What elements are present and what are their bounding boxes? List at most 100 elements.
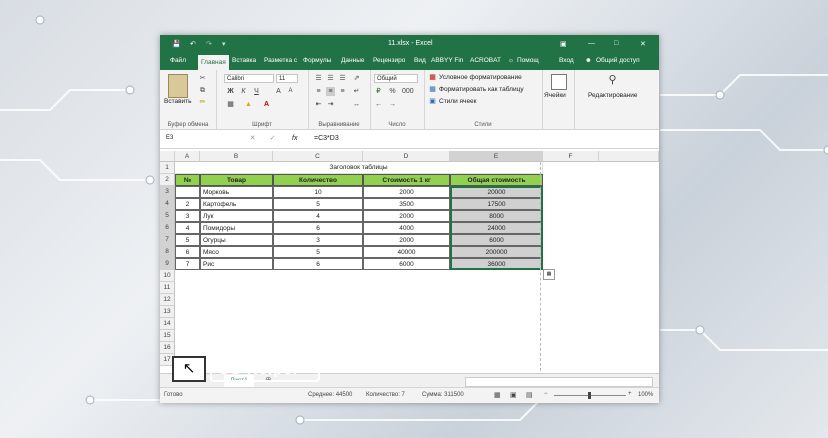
- table-cell[interactable]: 4000: [363, 222, 450, 234]
- table-cell[interactable]: 5: [273, 246, 363, 258]
- table-cell[interactable]: 6: [273, 258, 363, 270]
- find-icon[interactable]: ⚲: [608, 75, 617, 86]
- save-icon[interactable]: 💾: [172, 40, 181, 48]
- format-as-table-button[interactable]: Форматировать как таблицу: [439, 86, 524, 93]
- tab-file[interactable]: Файл: [170, 57, 186, 64]
- table-cell[interactable]: 4: [273, 210, 363, 222]
- header-cell[interactable]: Общая стоимость: [450, 174, 543, 186]
- cells-button[interactable]: Ячейки: [544, 92, 566, 99]
- cell-styles-icon[interactable]: ▣: [428, 97, 437, 106]
- fill-color-icon[interactable]: ▲: [244, 100, 253, 109]
- number-format-select[interactable]: Общий: [374, 74, 418, 83]
- tab-data[interactable]: Данные: [341, 57, 364, 64]
- row-header[interactable]: 8: [160, 246, 175, 258]
- row-header[interactable]: 10: [160, 270, 175, 282]
- table-cell[interactable]: 6: [175, 246, 200, 258]
- insert-function-button[interactable]: fx: [292, 135, 297, 142]
- cut-icon[interactable]: ✂: [198, 74, 207, 83]
- align-center-icon[interactable]: ≡: [326, 87, 335, 96]
- tab-home[interactable]: Главная: [198, 55, 229, 70]
- page-break-view-icon[interactable]: ▤: [526, 391, 533, 399]
- enter-icon[interactable]: ✓: [268, 134, 277, 143]
- table-cell[interactable]: 24000: [450, 222, 543, 234]
- editing-button[interactable]: Редактирование: [588, 92, 638, 99]
- share-button[interactable]: Общий доступ: [596, 57, 640, 64]
- close-icon[interactable]: ✕: [640, 40, 646, 48]
- name-box[interactable]: E3: [164, 134, 224, 143]
- redo-icon[interactable]: ↷: [206, 40, 212, 48]
- table-cell[interactable]: 36000: [450, 258, 543, 270]
- table-cell[interactable]: 8000: [450, 210, 543, 222]
- row-header[interactable]: 1: [160, 162, 175, 174]
- zoom-out-icon[interactable]: −: [544, 391, 548, 397]
- table-cell[interactable]: 3500: [363, 198, 450, 210]
- table-cell[interactable]: 7: [175, 258, 200, 270]
- table-cell[interactable]: 40000: [363, 246, 450, 258]
- row-header[interactable]: 16: [160, 342, 175, 354]
- tab-help[interactable]: Помощ: [517, 57, 539, 64]
- tell-me-icon[interactable]: ☼: [508, 57, 514, 64]
- tab-acrobat[interactable]: ACROBAT: [470, 57, 501, 64]
- conditional-formatting-icon[interactable]: ▦: [428, 73, 437, 82]
- undo-icon[interactable]: ↶: [190, 40, 196, 48]
- table-cell[interactable]: 17500: [450, 198, 543, 210]
- table-cell[interactable]: Помидоры: [200, 222, 273, 234]
- column-header[interactable]: C: [273, 151, 363, 162]
- quick-analysis-icon[interactable]: ▦: [543, 269, 555, 280]
- column-header[interactable]: [599, 151, 659, 162]
- row-header[interactable]: 12: [160, 294, 175, 306]
- formula-input[interactable]: =C3*D3: [314, 135, 339, 142]
- row-header[interactable]: 9: [160, 258, 175, 270]
- header-cell[interactable]: Товар: [200, 174, 273, 186]
- table-cell[interactable]: 2000: [363, 186, 450, 198]
- table-cell[interactable]: 5: [175, 234, 200, 246]
- maximize-icon[interactable]: □: [614, 40, 618, 47]
- worksheet-grid[interactable]: A B C D E F 1 2 3 4 5 6 7 8 9 10 11 12 13 14 15 16 17 Мо…: [160, 151, 659, 371]
- borders-icon[interactable]: ▦: [226, 100, 235, 109]
- row-header[interactable]: 13: [160, 306, 175, 318]
- column-header[interactable]: B: [200, 151, 273, 162]
- paste-icon[interactable]: [168, 74, 188, 98]
- increase-decimal-icon[interactable]: ←: [374, 100, 383, 109]
- header-cell[interactable]: Стоимость 1 кг: [363, 174, 450, 186]
- row-header[interactable]: 4: [160, 198, 175, 210]
- align-left-icon[interactable]: ≡: [314, 87, 323, 96]
- format-painter-icon[interactable]: ✏: [198, 98, 207, 107]
- page-layout-view-icon[interactable]: ▣: [510, 391, 517, 399]
- column-header[interactable]: F: [543, 151, 599, 162]
- row-header[interactable]: 7: [160, 234, 175, 246]
- font-color-icon[interactable]: A: [262, 100, 271, 109]
- align-middle-icon[interactable]: ☰: [326, 74, 335, 83]
- table-cell[interactable]: Морковь: [200, 186, 273, 198]
- table-cell[interactable]: Лук: [200, 210, 273, 222]
- table-cell[interactable]: 3: [273, 234, 363, 246]
- minimize-icon[interactable]: —: [588, 40, 595, 47]
- table-cell[interactable]: Рис: [200, 258, 273, 270]
- italic-button[interactable]: К: [239, 87, 248, 96]
- percent-icon[interactable]: %: [388, 87, 397, 96]
- comma-style-icon[interactable]: 000: [402, 87, 414, 96]
- row-header[interactable]: 5: [160, 210, 175, 222]
- font-name-select[interactable]: Calibri: [224, 74, 274, 83]
- select-all-corner[interactable]: [160, 151, 175, 162]
- table-title[interactable]: Заголовок таблицы: [175, 162, 543, 174]
- format-as-table-icon[interactable]: ▦: [428, 85, 437, 94]
- cancel-icon[interactable]: ✕: [248, 134, 257, 143]
- table-cell[interactable]: 20000: [450, 186, 543, 198]
- decrease-decimal-icon[interactable]: →: [388, 100, 397, 109]
- normal-view-icon[interactable]: ▦: [494, 391, 501, 399]
- column-header[interactable]: D: [363, 151, 450, 162]
- column-header[interactable]: A: [175, 151, 200, 162]
- zoom-slider-thumb[interactable]: [588, 392, 591, 399]
- zoom-in-icon[interactable]: +: [628, 391, 632, 397]
- table-cell[interactable]: 2000: [363, 210, 450, 222]
- table-cell[interactable]: 4: [175, 222, 200, 234]
- cell-styles-button[interactable]: Стили ячеек: [439, 98, 477, 105]
- table-cell[interactable]: 6: [273, 222, 363, 234]
- tab-review[interactable]: Рецензиро: [373, 57, 405, 64]
- tab-insert[interactable]: Вставка: [232, 57, 256, 64]
- sign-in-link[interactable]: Вход: [559, 57, 574, 64]
- copy-icon[interactable]: ⧉: [198, 86, 207, 95]
- tab-formulas[interactable]: Формулы: [303, 57, 331, 64]
- increase-indent-icon[interactable]: ⇥: [326, 100, 335, 109]
